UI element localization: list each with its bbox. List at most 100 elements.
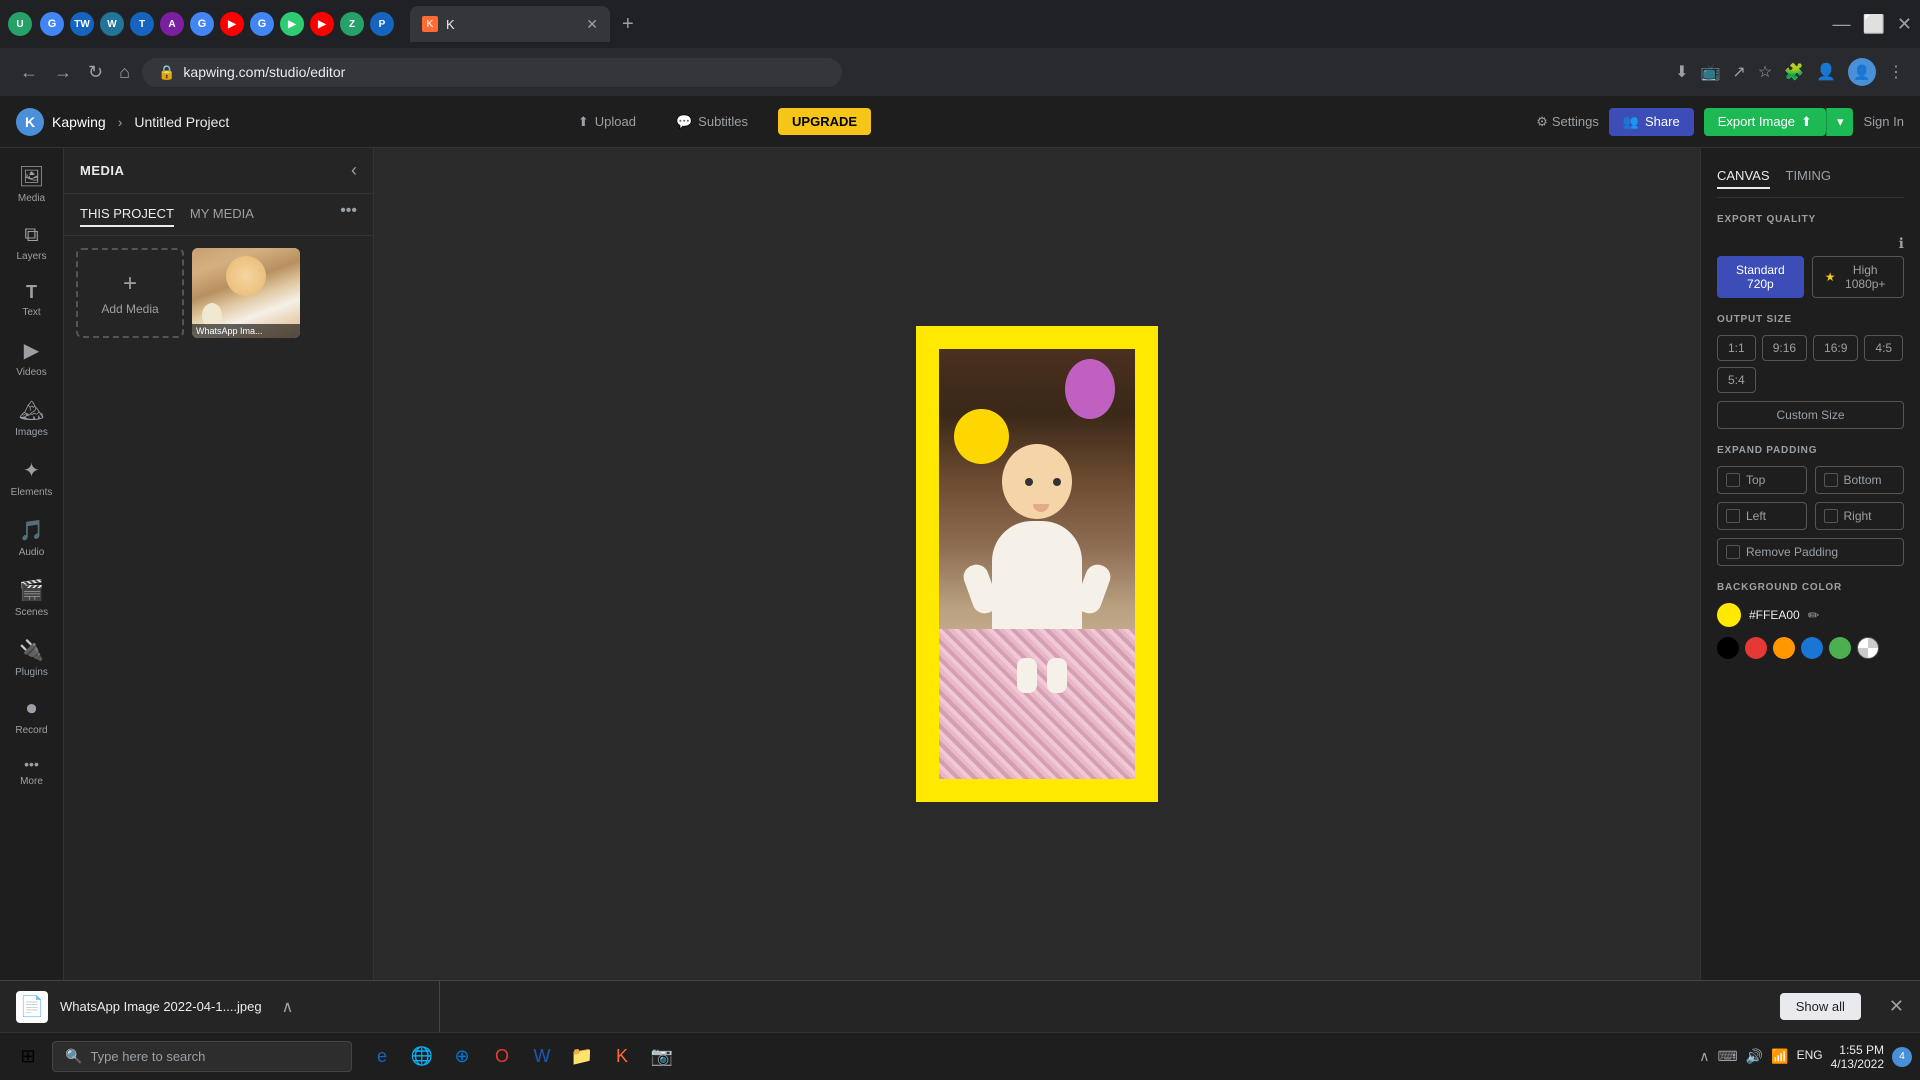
taskbar-time[interactable]: 1:55 PM 4/13/2022 xyxy=(1831,1043,1884,1071)
sidebar-item-plugins[interactable]: 🔌 Plugins xyxy=(4,630,60,686)
notification-badge[interactable]: 4 xyxy=(1892,1047,1912,1067)
export-button-group: Export Image ⬆ ▾ xyxy=(1704,108,1854,136)
upgrade-button[interactable]: UPGRADE xyxy=(778,108,871,135)
taskbar-chevron-icon[interactable]: ∧ xyxy=(1699,1048,1709,1065)
color-hex-value: #FFEA00 xyxy=(1749,608,1800,622)
text-icon: T xyxy=(26,282,37,303)
app-body: 🖼 Media ⧉ Layers T Text ▶ Videos 🏔 Image… xyxy=(0,148,1920,980)
file-collapse-button[interactable]: ∧ xyxy=(282,997,294,1017)
media-thumbnail[interactable]: WhatsApp Ima... xyxy=(192,248,300,338)
taskbar-search[interactable]: 🔍 Type here to search xyxy=(52,1041,352,1072)
tab-timing[interactable]: TIMING xyxy=(1786,164,1832,189)
taskbar-app-ie[interactable]: e xyxy=(364,1039,400,1075)
color-preset-transparent[interactable] xyxy=(1857,637,1879,659)
maximize-button[interactable]: ⬜ xyxy=(1862,14,1884,35)
export-dropdown-button[interactable]: ▾ xyxy=(1826,108,1854,136)
taskbar-app-word[interactable]: W xyxy=(524,1039,560,1075)
color-edit-icon[interactable]: ✏ xyxy=(1808,607,1820,624)
taskbar-app-chrome[interactable]: 🌐 xyxy=(404,1039,440,1075)
padding-right-button[interactable]: Right xyxy=(1815,502,1905,530)
download-icon[interactable]: ⬇ xyxy=(1675,62,1688,82)
padding-top-button[interactable]: Top xyxy=(1717,466,1807,494)
taskbar-app-edge[interactable]: ⊕ xyxy=(444,1039,480,1075)
address-bar[interactable]: 🔒 kapwing.com/studio/editor xyxy=(142,58,842,87)
bookmark-icon[interactable]: ☆ xyxy=(1758,62,1772,82)
color-preset-blue[interactable] xyxy=(1801,637,1823,659)
start-button[interactable]: ⊞ xyxy=(8,1037,48,1077)
favicon-yt2: ▶ xyxy=(310,12,334,36)
minimize-button[interactable]: — xyxy=(1832,14,1850,35)
taskbar-app-opera[interactable]: O xyxy=(484,1039,520,1075)
sidebar-item-audio[interactable]: 🎵 Audio xyxy=(4,510,60,566)
export-quality-info-icon[interactable]: ℹ xyxy=(1899,235,1904,252)
sidebar-item-record[interactable]: ⏺ Record xyxy=(4,690,60,744)
media-panel-close-button[interactable]: ‹ xyxy=(351,160,357,181)
media-tab-more-button[interactable]: ••• xyxy=(340,202,357,227)
color-preset-green[interactable] xyxy=(1829,637,1851,659)
browser-menu-icon[interactable]: ⋮ xyxy=(1888,62,1904,82)
refresh-button[interactable]: ↻ xyxy=(84,58,107,87)
color-preset-orange[interactable] xyxy=(1773,637,1795,659)
show-all-button[interactable]: Show all xyxy=(1780,993,1861,1020)
tab-my-media[interactable]: MY MEDIA xyxy=(190,202,254,227)
taskbar-search-icon: 🔍 xyxy=(65,1048,82,1065)
upload-button[interactable]: ⬆ Upload xyxy=(568,108,646,136)
file-strip-close-button[interactable]: ✕ xyxy=(1873,996,1920,1017)
sidebar-item-images[interactable]: 🏔 Images xyxy=(4,390,60,446)
sidebar-item-scenes[interactable]: 🎬 Scenes xyxy=(4,570,60,626)
tab-canvas[interactable]: CANVAS xyxy=(1717,164,1770,189)
home-button[interactable]: ⌂ xyxy=(115,58,134,87)
audio-icon: 🎵 xyxy=(19,518,44,543)
size-1-1-button[interactable]: 1:1 xyxy=(1717,335,1756,361)
signin-button[interactable]: Sign In xyxy=(1863,114,1903,129)
settings-button[interactable]: ⚙ Settings xyxy=(1536,114,1599,130)
color-preset-red[interactable] xyxy=(1745,637,1767,659)
back-button[interactable]: ← xyxy=(16,58,42,87)
active-tab[interactable]: K K ✕ xyxy=(410,6,610,42)
quality-standard-button[interactable]: Standard 720p xyxy=(1717,256,1804,298)
add-media-button[interactable]: + Add Media xyxy=(76,248,184,338)
taskbar-volume-icon[interactable]: 📶 xyxy=(1771,1048,1788,1065)
sidebar-item-text[interactable]: T Text xyxy=(4,274,60,326)
media-panel: MEDIA ‹ THIS PROJECT MY MEDIA ••• + Add … xyxy=(64,148,374,980)
share-button[interactable]: 👥 Share xyxy=(1609,108,1694,136)
tab-title: K xyxy=(446,17,455,32)
tab-this-project[interactable]: THIS PROJECT xyxy=(80,202,174,227)
sidebar-item-videos[interactable]: ▶ Videos xyxy=(4,330,60,386)
canvas-area xyxy=(374,148,1700,980)
subtitles-button[interactable]: 💬 Subtitles xyxy=(666,108,758,136)
taskbar-app-photos[interactable]: 📷 xyxy=(644,1039,680,1075)
size-4-5-button[interactable]: 4:5 xyxy=(1864,335,1903,361)
custom-size-button[interactable]: Custom Size xyxy=(1717,401,1904,429)
color-swatch-main[interactable] xyxy=(1717,603,1741,627)
share-browser-icon[interactable]: ↗ xyxy=(1732,62,1745,82)
favicon-g3: G xyxy=(250,12,274,36)
taskbar-app-files[interactable]: 📁 xyxy=(564,1039,600,1075)
taskbar-network-icon[interactable]: 🔊 xyxy=(1746,1048,1763,1065)
size-5-4-button[interactable]: 5:4 xyxy=(1717,367,1756,393)
sidebar-item-elements[interactable]: ✦ Elements xyxy=(4,450,60,506)
padding-bottom-button[interactable]: Bottom xyxy=(1815,466,1905,494)
profile-icon[interactable]: 👤 xyxy=(1816,62,1836,82)
taskbar-app-kapwing[interactable]: K xyxy=(604,1039,640,1075)
remove-padding-button[interactable]: Remove Padding xyxy=(1717,538,1904,566)
taskbar-keyboard-icon[interactable]: ⌨ xyxy=(1718,1048,1738,1065)
forward-button[interactable]: → xyxy=(50,58,76,87)
sidebar-item-media[interactable]: 🖼 Media xyxy=(4,156,60,212)
taskbar-apps: e 🌐 ⊕ O W 📁 K 📷 xyxy=(364,1039,680,1075)
quality-high-button[interactable]: ★ High 1080p+ xyxy=(1812,256,1904,298)
export-button[interactable]: Export Image ⬆ xyxy=(1704,108,1826,136)
size-9-16-button[interactable]: 9:16 xyxy=(1762,335,1807,361)
sidebar-item-layers[interactable]: ⧉ Layers xyxy=(4,216,60,270)
extensions-icon[interactable]: 🧩 xyxy=(1784,62,1804,82)
more-icon: ••• xyxy=(24,756,39,772)
new-tab-button[interactable]: + xyxy=(614,9,642,40)
profile-avatar[interactable]: 👤 xyxy=(1848,58,1876,86)
size-16-9-button[interactable]: 16:9 xyxy=(1813,335,1858,361)
tab-close-btn[interactable]: ✕ xyxy=(586,16,598,33)
sidebar-item-more[interactable]: ••• More xyxy=(4,748,60,795)
close-window-button[interactable]: ✕ xyxy=(1897,14,1912,35)
padding-left-button[interactable]: Left xyxy=(1717,502,1807,530)
cast-icon[interactable]: 📺 xyxy=(1700,62,1720,82)
color-preset-black[interactable] xyxy=(1717,637,1739,659)
